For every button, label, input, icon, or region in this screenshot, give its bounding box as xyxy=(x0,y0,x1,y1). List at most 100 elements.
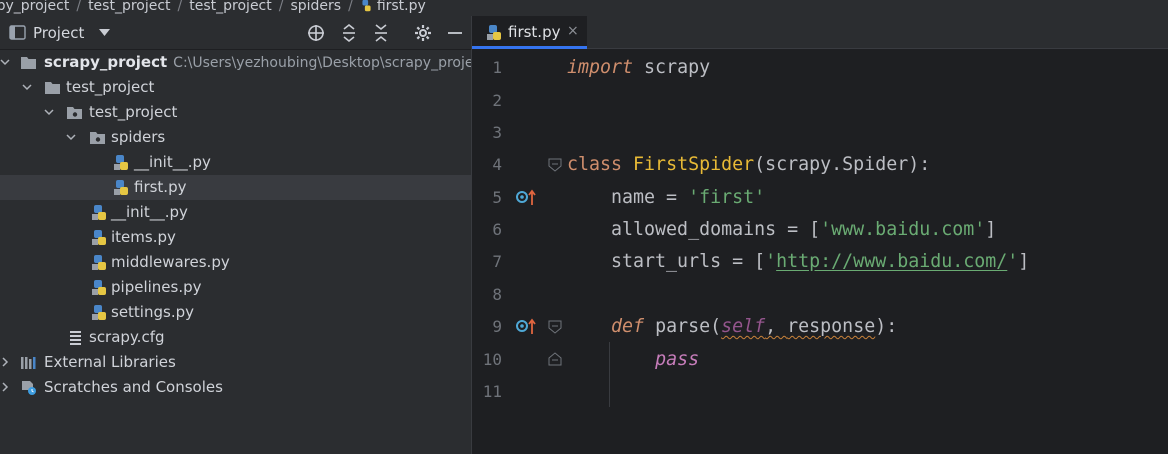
overrides-icon[interactable] xyxy=(515,188,537,208)
python-file-icon xyxy=(92,255,106,270)
line-number: 7 xyxy=(492,252,502,271)
code-token-keyword: def xyxy=(611,316,645,337)
tree-item-test-project[interactable]: test_project xyxy=(0,75,471,100)
breadcrumb-item-project[interactable]: apy_project xyxy=(0,0,69,13)
breadcrumb-separator: / xyxy=(76,0,82,14)
minimize-icon[interactable] xyxy=(446,24,464,42)
expand-all-icon[interactable] xyxy=(340,24,358,42)
code-token-keyword: class xyxy=(567,154,623,175)
tab-first-py[interactable]: first.py × xyxy=(472,16,587,49)
code-token-class-name: FirstSpider xyxy=(633,154,755,175)
tree-item-init-py[interactable]: __init__.py xyxy=(0,150,471,175)
code-token: , xyxy=(765,316,788,337)
code-token: (scrapy.Spider): xyxy=(754,154,931,175)
tree-item-label: Scratches and Consoles xyxy=(44,378,223,396)
code-line-11: 11 xyxy=(472,376,1168,408)
code-token-string: ' xyxy=(1007,251,1019,272)
folder-icon xyxy=(21,57,36,69)
tree-item-middlewares-py[interactable]: middlewares.py xyxy=(0,250,471,275)
code-token: scrapy xyxy=(633,57,711,78)
breadcrumb-item-test-project[interactable]: test_project xyxy=(88,0,170,13)
package-folder-icon xyxy=(90,132,105,144)
tree-item-label: first.py xyxy=(134,178,187,196)
tab-label: first.py xyxy=(508,23,561,41)
python-file-icon xyxy=(114,180,128,195)
tree-item-label: pipelines.py xyxy=(111,278,202,296)
code-token: ] xyxy=(985,219,997,240)
tree-item-label: scrapy_project xyxy=(44,53,168,71)
code-token-string: ' xyxy=(765,251,777,272)
chevron-down-icon[interactable] xyxy=(99,29,110,37)
chevron-right-icon[interactable] xyxy=(0,357,10,367)
breadcrumb-separator: / xyxy=(278,0,284,14)
tree-item-scrapy-cfg[interactable]: scrapy.cfg xyxy=(0,325,471,350)
tree-item-test-project-package[interactable]: test_project xyxy=(0,100,471,125)
code-line-9: 9 def parse(self, response): xyxy=(472,311,1168,343)
code-editor: first.py × 1 import scrapy 2 3 4 class F… xyxy=(471,16,1168,454)
close-tab-icon[interactable]: × xyxy=(567,23,579,39)
tree-item-label: test_project xyxy=(66,78,155,96)
tree-item-label: __init__.py xyxy=(134,153,211,171)
chevron-right-icon[interactable] xyxy=(0,382,10,392)
line-number: 6 xyxy=(492,220,502,239)
project-view-selector[interactable]: Project xyxy=(33,24,84,42)
collapse-all-icon[interactable] xyxy=(372,24,390,42)
python-file-icon xyxy=(362,0,371,12)
code-line-1: 1 import scrapy xyxy=(472,52,1168,84)
breadcrumb-item-test-project-package[interactable]: test_project xyxy=(189,0,271,13)
code-token: ] xyxy=(1018,251,1030,272)
code-token-parameter: response xyxy=(787,316,876,337)
editor-tab-bar: first.py × xyxy=(472,16,1168,49)
tree-item-label: scrapy.cfg xyxy=(89,328,165,346)
line-number: 1 xyxy=(492,58,502,77)
tree-item-external-libraries[interactable]: External Libraries xyxy=(0,350,471,375)
overrides-icon[interactable] xyxy=(515,317,537,337)
breadcrumb-item-spiders[interactable]: spiders xyxy=(290,0,341,13)
chevron-down-icon[interactable] xyxy=(66,132,76,142)
tree-item-label: test_project xyxy=(89,103,178,121)
tree-item-label: middlewares.py xyxy=(111,253,230,271)
code-line-10: 10 pass xyxy=(472,344,1168,376)
line-number: 11 xyxy=(482,382,502,401)
chevron-down-icon[interactable] xyxy=(22,82,32,92)
tree-item-spiders[interactable]: spiders xyxy=(0,125,471,150)
tree-item-init-py[interactable]: __init__.py xyxy=(0,200,471,225)
code-line-4: 4 class FirstSpider(scrapy.Spider): xyxy=(472,149,1168,181)
libraries-icon xyxy=(21,357,36,369)
line-number: 8 xyxy=(492,285,502,304)
code-token: name = xyxy=(567,187,689,208)
tree-item-pipelines-py[interactable]: pipelines.py xyxy=(0,275,471,300)
fold-marker-icon[interactable] xyxy=(548,320,562,334)
tree-item-items-py[interactable]: items.py xyxy=(0,225,471,250)
code-token-url[interactable]: http://www.baidu.com/ xyxy=(776,251,1007,272)
tree-item-settings-py[interactable]: settings.py xyxy=(0,300,471,325)
gear-icon[interactable] xyxy=(414,24,432,42)
tree-item-first-py[interactable]: first.py xyxy=(0,175,471,200)
breadcrumb-separator: / xyxy=(348,0,353,14)
code-line-2: 2 xyxy=(472,85,1168,117)
code-token-keyword: import xyxy=(567,57,634,78)
python-file-icon xyxy=(92,205,106,220)
tree-item-scratches-and-consoles[interactable]: Scratches and Consoles xyxy=(0,375,471,400)
breadcrumb-item-first-py[interactable]: first.py xyxy=(377,0,426,13)
line-number: 3 xyxy=(492,123,502,142)
tree-item-label: items.py xyxy=(111,228,176,246)
python-file-icon xyxy=(92,230,106,245)
scratches-icon xyxy=(22,381,36,395)
code-token: parse( xyxy=(644,316,722,337)
config-file-icon xyxy=(70,331,81,345)
navigation-breadcrumb: apy_project / test_project / test_projec… xyxy=(0,0,1168,16)
line-number: 4 xyxy=(492,155,502,174)
fold-marker-icon[interactable] xyxy=(548,158,562,172)
fold-end-marker-icon[interactable] xyxy=(548,352,562,366)
code-line-6: 6 allowed_domains = ['www.baidu.com'] xyxy=(472,214,1168,246)
chevron-down-icon[interactable] xyxy=(0,57,10,67)
locate-file-icon[interactable] xyxy=(307,24,325,42)
folder-icon xyxy=(45,82,60,94)
chevron-down-icon[interactable] xyxy=(44,107,54,117)
tree-item-label: spiders xyxy=(111,128,166,146)
line-number: 9 xyxy=(492,317,502,336)
tree-item-scrapy-project[interactable]: scrapy_project C:\Users\yezhoubing\Deskto… xyxy=(0,50,471,75)
code-line-8: 8 xyxy=(472,279,1168,311)
breadcrumb-separator: / xyxy=(177,0,183,14)
